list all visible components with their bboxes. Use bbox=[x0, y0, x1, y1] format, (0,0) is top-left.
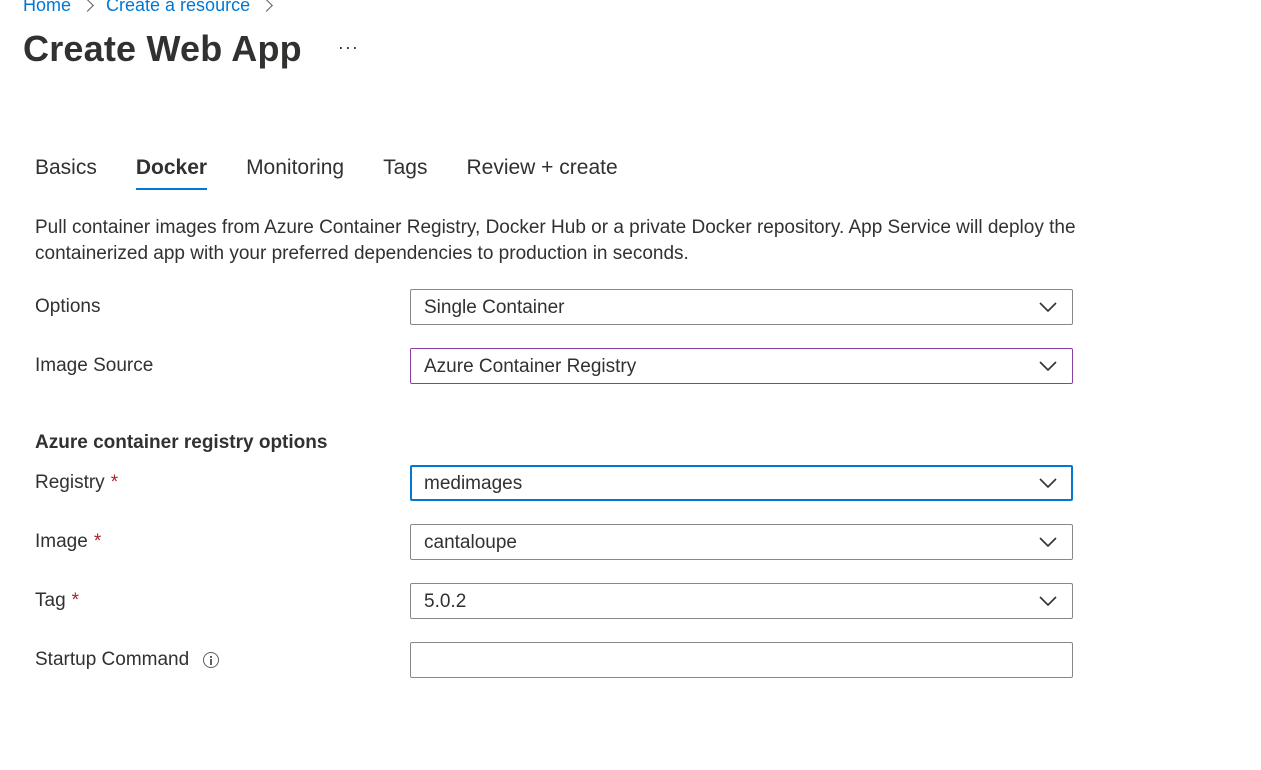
chevron-down-icon bbox=[1039, 302, 1057, 313]
registry-row: Registry * medimages bbox=[35, 465, 1075, 501]
image-label: Image * bbox=[35, 531, 101, 553]
title-row: Create Web App ··· bbox=[23, 28, 359, 70]
tab-tags[interactable]: Tags bbox=[383, 156, 427, 190]
image-source-row: Image Source Azure Container Registry bbox=[35, 348, 1075, 384]
options-label: Options bbox=[35, 296, 100, 318]
chevron-right-icon bbox=[81, 0, 94, 12]
options-dropdown[interactable]: Single Container bbox=[410, 289, 1073, 325]
registry-label-text: Registry bbox=[35, 472, 105, 493]
wizard-tabs: Basics Docker Monitoring Tags Review + c… bbox=[35, 156, 657, 190]
registry-dropdown[interactable]: medimages bbox=[410, 465, 1073, 501]
docker-description: Pull container images from Azure Contain… bbox=[35, 217, 1076, 264]
startup-command-label-text: Startup Command bbox=[35, 649, 190, 670]
tab-basics[interactable]: Basics bbox=[35, 156, 97, 190]
image-label-text: Image bbox=[35, 531, 88, 552]
info-icon[interactable] bbox=[203, 652, 220, 668]
startup-command-input[interactable] bbox=[410, 642, 1073, 678]
tag-dropdown[interactable]: 5.0.2 bbox=[410, 583, 1073, 619]
page-title: Create Web App bbox=[23, 28, 302, 69]
tag-row: Tag * 5.0.2 bbox=[35, 583, 1075, 619]
section-heading-acr-options: Azure container registry options bbox=[35, 432, 328, 453]
image-dropdown-value: cantaloupe bbox=[424, 532, 517, 553]
required-indicator: * bbox=[71, 590, 80, 611]
image-source-label: Image Source bbox=[35, 355, 153, 377]
startup-command-row: Startup Command bbox=[35, 642, 1075, 678]
breadcrumb-create-resource-link[interactable]: Create a resource bbox=[106, 0, 250, 16]
required-indicator: * bbox=[93, 531, 102, 552]
registry-dropdown-value: medimages bbox=[424, 473, 523, 494]
options-row: Options Single Container bbox=[35, 289, 1075, 325]
chevron-right-icon bbox=[260, 0, 273, 12]
more-options-button[interactable]: ··· bbox=[338, 37, 359, 58]
tab-monitoring[interactable]: Monitoring bbox=[246, 156, 344, 190]
image-source-dropdown-value: Azure Container Registry bbox=[424, 356, 637, 377]
chevron-down-icon bbox=[1039, 361, 1057, 372]
tab-review-create[interactable]: Review + create bbox=[466, 156, 617, 190]
chevron-down-icon bbox=[1039, 478, 1057, 489]
tag-label: Tag * bbox=[35, 590, 79, 612]
startup-command-label: Startup Command bbox=[35, 649, 220, 671]
breadcrumb-home-link[interactable]: Home bbox=[23, 0, 71, 16]
tab-docker[interactable]: Docker bbox=[135, 156, 208, 190]
chevron-down-icon bbox=[1039, 596, 1057, 607]
create-web-app-page: Home Create a resource Create Web App ··… bbox=[0, 0, 1261, 770]
tag-label-text: Tag bbox=[35, 590, 66, 611]
image-row: Image * cantaloupe bbox=[35, 524, 1075, 560]
image-dropdown[interactable]: cantaloupe bbox=[410, 524, 1073, 560]
options-dropdown-value: Single Container bbox=[424, 297, 565, 318]
tag-dropdown-value: 5.0.2 bbox=[424, 591, 467, 612]
chevron-down-icon bbox=[1039, 537, 1057, 548]
image-source-dropdown[interactable]: Azure Container Registry bbox=[410, 348, 1073, 384]
options-label-text: Options bbox=[35, 296, 101, 317]
required-indicator: * bbox=[110, 472, 119, 493]
breadcrumb: Home Create a resource bbox=[23, 0, 285, 16]
image-source-label-text: Image Source bbox=[35, 355, 154, 376]
registry-label: Registry * bbox=[35, 472, 118, 494]
